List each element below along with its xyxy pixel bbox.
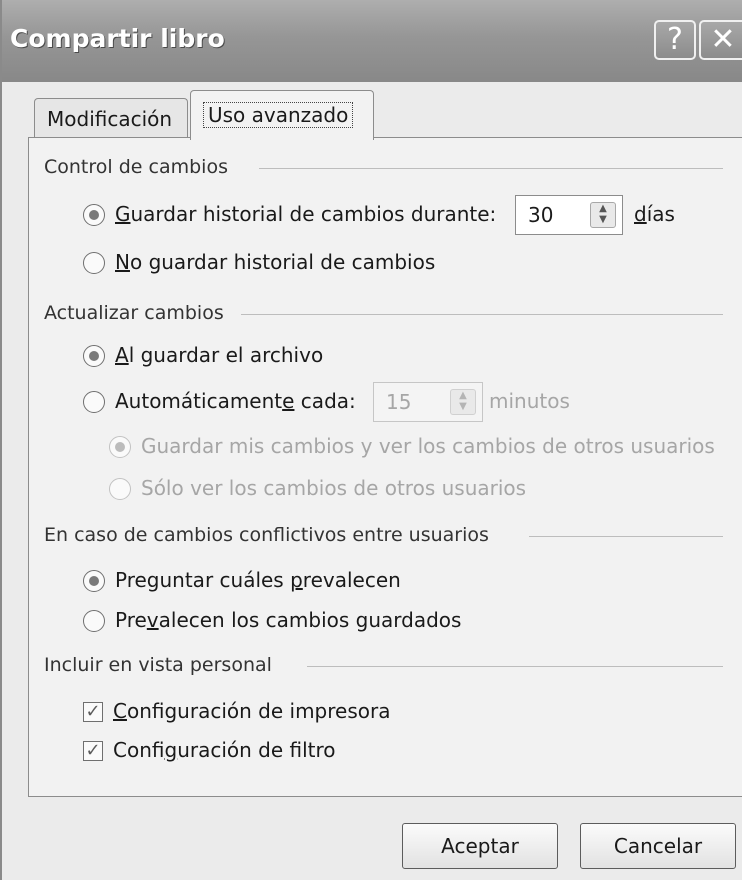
days-label: días	[634, 202, 675, 226]
checkmark-icon: ✓	[85, 740, 101, 761]
view-only-radio[interactable]	[109, 478, 131, 500]
window-title: Compartir libro	[10, 24, 225, 53]
minutes-value[interactable]: 15	[386, 390, 411, 414]
update-on-save-radio[interactable]	[83, 345, 105, 367]
group-label-personal: Incluir en vista personal	[44, 654, 284, 676]
keep-history-label[interactable]: Guardar historial de cambios durante:	[115, 202, 496, 226]
share-workbook-dialog: Compartir libro ? ✕ Modificación Uso ava…	[0, 0, 742, 880]
tab-modificacion[interactable]: Modificación	[34, 98, 188, 138]
update-auto-radio[interactable]	[83, 391, 105, 413]
tab-label: Uso avanzado	[203, 102, 354, 128]
filter-settings-label[interactable]: Configuración de filtro	[113, 738, 336, 762]
title-bar[interactable]: Compartir libro ? ✕	[2, 0, 742, 82]
spin-arrows-icon[interactable]: ▲ ▼	[450, 389, 476, 415]
filter-settings-checkbox[interactable]: ✓	[83, 741, 103, 761]
saved-win-label[interactable]: Prevalecen los cambios guardados	[115, 608, 461, 632]
days-spinner[interactable]: 30 ▲ ▼	[515, 195, 623, 235]
group-divider	[259, 168, 723, 169]
tab-uso-avanzado[interactable]: Uso avanzado	[190, 90, 374, 140]
save-and-view-label[interactable]: Guardar mis cambios y ver los cambios de…	[141, 434, 715, 458]
save-and-view-radio[interactable]	[109, 436, 131, 458]
update-auto-label[interactable]: Automáticamente cada:	[115, 389, 356, 413]
group-label-update: Actualizar cambios	[44, 302, 236, 324]
checkmark-icon: ✓	[85, 701, 101, 722]
minutes-label: minutos	[489, 389, 570, 413]
update-on-save-label[interactable]: Al guardar el archivo	[115, 343, 323, 367]
spin-arrows-icon[interactable]: ▲ ▼	[590, 202, 616, 228]
ok-button[interactable]: Aceptar	[402, 823, 558, 869]
help-icon[interactable]: ?	[654, 20, 696, 60]
tab-panel: Control de cambios Guardar historial de …	[28, 137, 742, 797]
no-history-radio[interactable]	[83, 252, 105, 274]
days-value[interactable]: 30	[528, 203, 553, 227]
minutes-spinner[interactable]: 15 ▲ ▼	[373, 382, 483, 422]
print-settings-checkbox[interactable]: ✓	[83, 702, 103, 722]
keep-history-radio[interactable]	[83, 204, 105, 226]
group-divider	[307, 666, 723, 667]
group-label-control: Control de cambios	[44, 156, 240, 178]
close-icon[interactable]: ✕	[699, 20, 742, 60]
saved-win-radio[interactable]	[83, 610, 105, 632]
print-settings-label[interactable]: Configuración de impresora	[113, 699, 390, 723]
tab-label: Modificación	[47, 107, 173, 131]
group-divider	[529, 536, 723, 537]
group-label-conflicts: En caso de cambios conflictivos entre us…	[44, 524, 501, 546]
ask-label[interactable]: Preguntar cuáles prevalecen	[115, 568, 401, 592]
cancel-button[interactable]: Cancelar	[580, 823, 736, 869]
group-divider	[241, 314, 723, 315]
ask-radio[interactable]	[83, 570, 105, 592]
view-only-label[interactable]: Sólo ver los cambios de otros usuarios	[141, 476, 526, 500]
no-history-label[interactable]: No guardar historial de cambios	[115, 250, 435, 274]
